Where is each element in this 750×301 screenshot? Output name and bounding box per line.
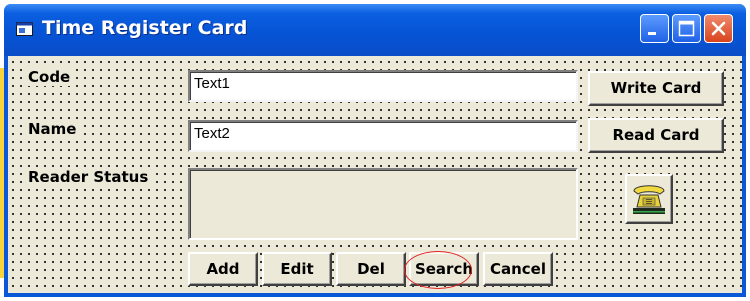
main-window: Time Register Card Code Text1 Name Text2… (4, 4, 746, 297)
minimize-icon (648, 32, 656, 35)
reader-status-label: Reader Status (28, 168, 152, 186)
maximize-icon (678, 20, 695, 37)
add-button[interactable]: Add (188, 252, 258, 286)
minimize-button[interactable] (640, 14, 669, 43)
form-client-area: Code Text1 Name Text2 Reader Status Writ… (8, 56, 742, 293)
code-label: Code (28, 68, 74, 86)
reader-status-box (188, 168, 578, 240)
search-button[interactable]: Search (409, 252, 479, 286)
app-window-icon (16, 21, 33, 36)
name-label: Name (28, 120, 80, 138)
phone-button[interactable] (625, 174, 673, 224)
del-button[interactable]: Del (336, 252, 406, 286)
telephone-icon (633, 185, 665, 214)
close-button[interactable] (704, 14, 733, 43)
edit-button[interactable]: Edit (262, 252, 332, 286)
close-icon (711, 21, 726, 36)
write-card-button[interactable]: Write Card (588, 71, 724, 106)
window-title: Time Register Card (42, 17, 248, 39)
title-bar[interactable]: Time Register Card (4, 4, 746, 56)
cancel-button[interactable]: Cancel (483, 252, 553, 286)
code-input[interactable]: Text1 (188, 70, 578, 102)
read-card-button[interactable]: Read Card (588, 118, 724, 153)
name-input[interactable]: Text2 (188, 120, 578, 152)
maximize-button[interactable] (672, 14, 701, 43)
